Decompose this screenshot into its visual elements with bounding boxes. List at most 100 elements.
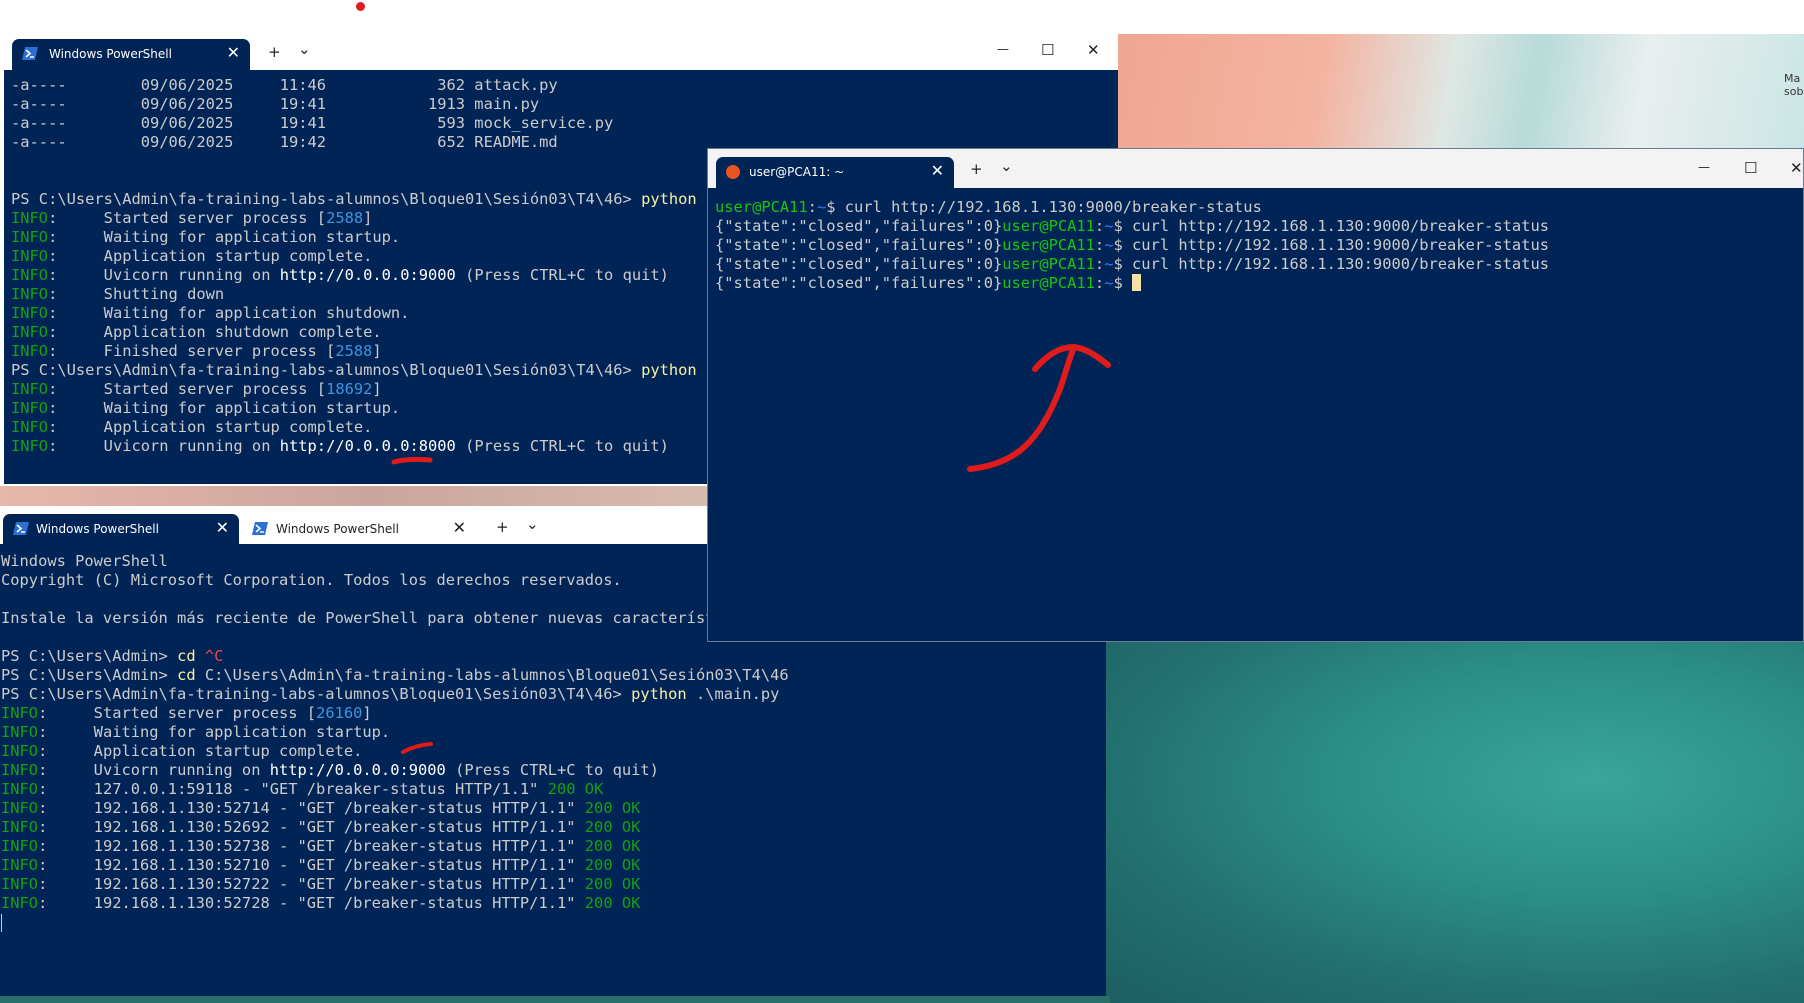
- tab-ubuntu[interactable]: user@PCA11: ~ ✕: [716, 157, 954, 188]
- terminal-text: : 127.0.0.1:59118 - "GET /breaker-status…: [38, 780, 548, 798]
- terminal-line: {"state":"closed","failures":0}user@PCA1…: [715, 273, 1549, 292]
- terminal-text: INFO: [1, 894, 39, 912]
- terminal-text: INFO: [11, 304, 49, 322]
- close-icon[interactable]: ✕: [453, 518, 466, 537]
- terminal-text: : Application startup complete.: [48, 418, 373, 436]
- terminal-text: 200 OK: [584, 799, 641, 817]
- terminal-line: Instale la versión más reciente de Power…: [1, 609, 789, 628]
- terminal-text: PS C:\Users\Admin>: [1, 666, 178, 684]
- terminal-text: 200 OK: [547, 780, 604, 798]
- maximize-icon[interactable]: ☐: [1744, 159, 1757, 177]
- terminal-text: INFO: [11, 380, 49, 398]
- terminal-text: INFO: [11, 437, 49, 455]
- terminal-text: user@PCA11: [1002, 255, 1095, 273]
- terminal-text: : Uvicorn running on: [48, 266, 280, 284]
- terminal-cursor: [1132, 274, 1142, 291]
- terminal-line: PS C:\Users\Admin> cd C:\Users\Admin\fa-…: [1, 666, 789, 685]
- chevron-down-icon[interactable]: ⌄: [298, 40, 311, 58]
- terminal-text: INFO: [1, 704, 39, 722]
- terminal-line: {"state":"closed","failures":0}user@PCA1…: [715, 216, 1549, 235]
- tab-powershell-2[interactable]: Windows PowerShell ✕: [242, 514, 476, 544]
- terminal-text: PS C:\Users\Admin\fa-training-labs-alumn…: [11, 361, 642, 379]
- title-bar[interactable]: user@PCA11: ~ ✕ + ⌄ — ☐ ✕: [708, 149, 1803, 188]
- plus-icon[interactable]: +: [268, 43, 281, 61]
- terminal-text: INFO: [11, 342, 49, 360]
- title-bar[interactable]: Windows PowerShell ✕ + ⌄ — ☐ ✕: [4, 34, 1118, 70]
- terminal-text: INFO: [11, 323, 49, 341]
- terminal-output[interactable]: user@PCA11:~$ curl http://192.168.1.130:…: [715, 197, 1549, 292]
- terminal-line: INFO: Waiting for application startup.: [1, 723, 789, 742]
- desktop-corner-text: Ma sob: [1784, 72, 1803, 98]
- terminal-text: 2588: [335, 342, 373, 360]
- terminal-text: : Uvicorn running on: [38, 761, 270, 779]
- terminal-text: -a---- 09/06/2025 19:42 652 README.md: [11, 133, 558, 151]
- plus-icon[interactable]: +: [496, 518, 509, 536]
- tab-powershell-active[interactable]: Windows PowerShell ✕: [3, 514, 239, 544]
- ubuntu-icon: [726, 165, 740, 179]
- terminal-text: 200 OK: [584, 894, 641, 912]
- terminal-text: http://0.0.0.0:9000: [269, 761, 446, 779]
- maximize-icon[interactable]: ☐: [1041, 41, 1054, 59]
- tab-label: user@PCA11: ~: [749, 165, 845, 179]
- terminal-line: INFO: Uvicorn running on http://0.0.0.0:…: [1, 761, 789, 780]
- close-icon[interactable]: ✕: [1087, 41, 1100, 59]
- terminal-line: INFO: Started server process [18692]: [11, 380, 734, 399]
- terminal-line: INFO: 127.0.0.1:59118 - "GET /breaker-st…: [1, 780, 789, 799]
- terminal-text: : Application startup complete.: [48, 247, 373, 265]
- close-icon[interactable]: ✕: [216, 518, 229, 537]
- chevron-down-icon[interactable]: ⌄: [526, 515, 539, 533]
- terminal-text: ]: [363, 209, 373, 227]
- terminal-text: ~: [816, 198, 827, 216]
- terminal-text: INFO: [1, 818, 39, 836]
- minimize-icon[interactable]: —: [1698, 160, 1710, 174]
- terminal-text: .\main.py: [686, 685, 780, 703]
- terminal-text: {"state":"closed","failures":0}: [715, 236, 1003, 254]
- terminal-text: : 192.168.1.130:52714 - "GET /breaker-st…: [38, 799, 585, 817]
- terminal-line: Windows PowerShell: [1, 552, 789, 571]
- terminal-line: {"state":"closed","failures":0}user@PCA1…: [715, 235, 1549, 254]
- close-icon[interactable]: ✕: [227, 43, 240, 62]
- terminal-text: : Finished server process [: [48, 342, 336, 360]
- chevron-down-icon[interactable]: ⌄: [1000, 157, 1013, 175]
- terminal-text: python: [641, 361, 697, 379]
- terminal-text: : Waiting for application startup.: [48, 228, 401, 246]
- terminal-text: ^C: [195, 647, 224, 665]
- terminal-line: -a---- 09/06/2025 11:46 362 attack.py: [11, 76, 734, 95]
- terminal-line: INFO: 192.168.1.130:52722 - "GET /breake…: [1, 875, 789, 894]
- terminal-text: -a---- 09/06/2025 19:41 593 mock_service…: [11, 114, 614, 132]
- terminal-text: 200 OK: [584, 875, 641, 893]
- terminal-text: python: [641, 190, 697, 208]
- terminal-text: PS C:\Users\Admin\fa-training-labs-alumn…: [11, 190, 642, 208]
- terminal-text: python: [631, 685, 687, 703]
- close-icon[interactable]: ✕: [931, 161, 944, 180]
- close-icon[interactable]: ✕: [1790, 159, 1803, 177]
- powershell-icon: [252, 522, 268, 535]
- terminal-line: {"state":"closed","failures":0}user@PCA1…: [715, 254, 1549, 273]
- terminal-output[interactable]: Windows PowerShell Copyright (C) Microsof…: [1, 552, 789, 913]
- terminal-line: PS C:\Users\Admin\fa-training-labs-alumn…: [1, 685, 789, 704]
- terminal-line: INFO: 192.168.1.130:52714 - "GET /breake…: [1, 799, 789, 818]
- tab-label: Windows PowerShell: [49, 47, 172, 61]
- red-dot-annotation: [356, 2, 365, 11]
- minimize-icon[interactable]: —: [997, 42, 1009, 56]
- terminal-text: : 192.168.1.130:52722 - "GET /breaker-st…: [38, 875, 585, 893]
- terminal-line: INFO: Application startup complete.: [11, 247, 734, 266]
- terminal-text: : 192.168.1.130:52728 - "GET /breaker-st…: [38, 894, 585, 912]
- terminal-line: INFO: Application shutdown complete.: [11, 323, 734, 342]
- terminal-text: 200 OK: [584, 856, 641, 874]
- terminal-text: : Waiting for application shutdown.: [48, 304, 410, 322]
- terminal-text: : Uvicorn running on: [48, 437, 280, 455]
- terminal-line: INFO: Uvicorn running on http://0.0.0.0:…: [11, 266, 734, 285]
- plus-icon[interactable]: +: [970, 160, 983, 178]
- terminal-line: -a---- 09/06/2025 19:41 593 mock_service…: [11, 114, 734, 133]
- terminal-text: $ curl http://192.168.1.130:9000/breaker…: [1113, 217, 1549, 235]
- terminal-text: : 192.168.1.130:52710 - "GET /breaker-st…: [38, 856, 585, 874]
- terminal-output[interactable]: -a---- 09/06/2025 11:46 362 attack.py -a-…: [11, 76, 734, 456]
- terminal-text: user@PCA11: [1002, 217, 1095, 235]
- terminal-text: Instale la versión más reciente de Power…: [1, 609, 734, 627]
- ubuntu-terminal-window[interactable]: user@PCA11: ~ ✕ + ⌄ — ☐ ✕ user@PCA11:~$ …: [707, 148, 1804, 642]
- powershell-icon: [22, 47, 38, 60]
- tab-powershell[interactable]: Windows PowerShell ✕: [12, 39, 250, 70]
- terminal-line: INFO: Application startup complete.: [11, 418, 734, 437]
